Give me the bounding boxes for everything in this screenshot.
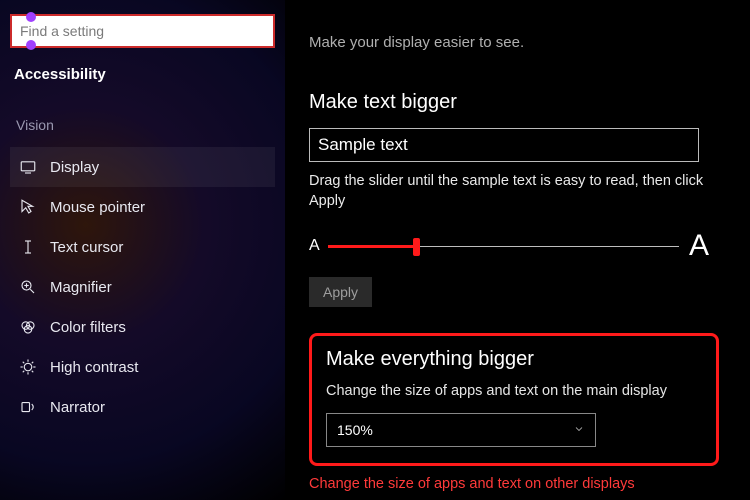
make-everything-bigger-section: Make everything bigger Change the size o… (309, 333, 719, 466)
color-filters-icon (16, 318, 40, 336)
scale-description: Change the size of apps and text on the … (326, 383, 702, 399)
sidebar-item-label: Text cursor (50, 239, 123, 256)
sidebar-item-magnifier[interactable]: Magnifier (10, 267, 275, 307)
apply-button[interactable]: Apply (309, 277, 372, 307)
sidebar-item-display[interactable]: Display (10, 147, 275, 187)
text-cursor-icon (16, 238, 40, 256)
sidebar-item-label: Mouse pointer (50, 199, 145, 216)
sidebar-item-color-filters[interactable]: Color filters (10, 307, 275, 347)
scale-value: 150% (337, 422, 373, 438)
slider-hint: Drag the slider until the sample text is… (309, 172, 709, 211)
narrator-icon (16, 398, 40, 416)
sidebar-item-narrator[interactable]: Narrator (10, 387, 275, 427)
mouse-pointer-icon (16, 198, 40, 216)
slider-max-label: A (689, 229, 709, 263)
search-input[interactable] (20, 23, 243, 39)
text-size-slider[interactable]: A A (309, 229, 709, 263)
chevron-down-icon (573, 422, 585, 438)
search-box[interactable] (10, 14, 275, 48)
highlight-dot (26, 40, 36, 50)
main-content: Make your display easier to see. Make te… (285, 0, 750, 500)
display-icon (16, 158, 40, 176)
sidebar-item-mouse-pointer[interactable]: Mouse pointer (10, 187, 275, 227)
section-label: Vision (16, 117, 275, 133)
high-contrast-icon (16, 358, 40, 376)
sidebar-item-label: Color filters (50, 319, 126, 336)
make-everything-bigger-heading: Make everything bigger (326, 348, 702, 371)
other-displays-link[interactable]: Change the size of apps and text on othe… (309, 476, 635, 492)
highlight-dot (26, 12, 36, 22)
sidebar: Accessibility Vision Display Mouse point… (0, 0, 285, 500)
sidebar-item-high-contrast[interactable]: High contrast (10, 347, 275, 387)
sidebar-item-label: High contrast (50, 359, 138, 376)
sample-text-box: Sample text (309, 128, 699, 162)
sidebar-item-label: Display (50, 159, 99, 176)
sidebar-item-label: Magnifier (50, 279, 112, 296)
slider-track[interactable] (328, 236, 679, 256)
slider-min-label: A (309, 237, 320, 255)
slider-rest (416, 246, 679, 248)
sidebar-item-text-cursor[interactable]: Text cursor (10, 227, 275, 267)
sidebar-nav: Display Mouse pointer Text cursor Magnif… (10, 147, 275, 427)
slider-filled (328, 245, 416, 248)
slider-thumb[interactable] (413, 238, 420, 256)
page-title: Accessibility (14, 66, 275, 83)
sidebar-item-label: Narrator (50, 399, 105, 416)
make-text-bigger-heading: Make text bigger (309, 91, 726, 114)
intro-text: Make your display easier to see. (309, 34, 726, 51)
magnifier-icon (16, 278, 40, 296)
scale-dropdown[interactable]: 150% (326, 413, 596, 447)
